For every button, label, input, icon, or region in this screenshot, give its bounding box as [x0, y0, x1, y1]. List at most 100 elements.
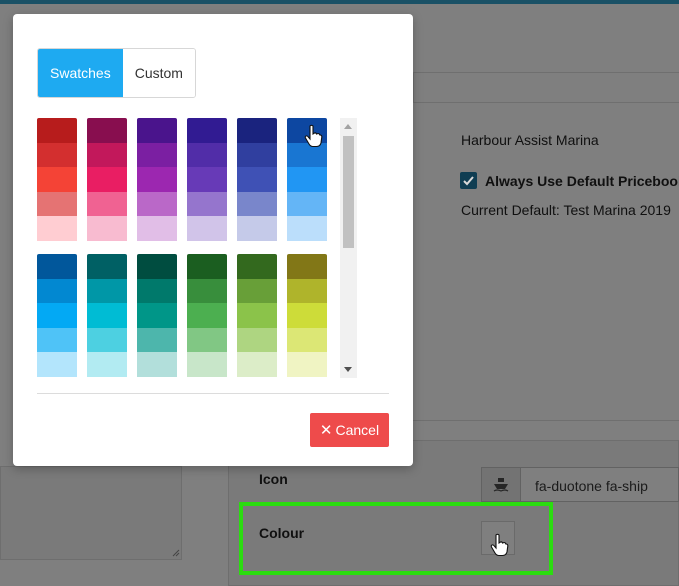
swatch[interactable] — [37, 167, 77, 192]
swatch[interactable] — [237, 216, 277, 241]
swatch[interactable] — [187, 191, 227, 217]
cancel-button[interactable]: ✕ Cancel — [310, 413, 389, 447]
swatch[interactable] — [237, 167, 277, 192]
swatch[interactable] — [287, 303, 327, 328]
swatch[interactable] — [87, 303, 127, 328]
swatch[interactable] — [37, 191, 77, 217]
swatch-column[interactable] — [187, 254, 227, 377]
swatch[interactable] — [237, 118, 277, 143]
current-default-text: Current Default: Test Marina 2019 — [461, 202, 671, 218]
hand-cursor-icon — [490, 533, 509, 557]
swatch[interactable] — [87, 352, 127, 377]
swatch-column[interactable] — [287, 254, 327, 377]
checkmark-icon — [463, 176, 474, 186]
swatch[interactable] — [237, 303, 277, 328]
swatch-scrollbar[interactable] — [340, 118, 357, 378]
scroll-up-icon[interactable] — [344, 124, 352, 129]
swatch[interactable] — [187, 254, 227, 279]
swatch[interactable] — [37, 327, 77, 353]
swatch[interactable] — [187, 352, 227, 377]
swatch[interactable] — [37, 254, 77, 279]
swatch[interactable] — [87, 278, 127, 304]
swatch[interactable] — [287, 167, 327, 192]
swatch[interactable] — [37, 216, 77, 241]
notes-textarea[interactable] — [0, 466, 182, 560]
swatch[interactable] — [137, 278, 177, 304]
swatch[interactable] — [37, 118, 77, 143]
swatch[interactable] — [87, 254, 127, 279]
hand-cursor-icon — [304, 124, 323, 148]
swatch[interactable] — [287, 278, 327, 304]
swatch[interactable] — [137, 118, 177, 143]
swatch[interactable] — [137, 327, 177, 353]
swatch-group — [37, 254, 327, 377]
swatch[interactable] — [287, 352, 327, 377]
swatch-group — [37, 118, 327, 241]
swatch-column[interactable] — [87, 254, 127, 377]
swatch[interactable] — [137, 167, 177, 192]
swatch-column[interactable] — [137, 254, 177, 377]
swatch[interactable] — [137, 142, 177, 168]
swatch-column[interactable] — [237, 118, 277, 241]
swatch[interactable] — [37, 142, 77, 168]
swatch-column[interactable] — [87, 118, 127, 241]
swatch[interactable] — [87, 191, 127, 217]
swatch[interactable] — [137, 303, 177, 328]
scroll-thumb[interactable] — [343, 136, 354, 248]
tab-swatches[interactable]: Swatches — [38, 49, 123, 97]
swatch[interactable] — [187, 142, 227, 168]
swatch[interactable] — [37, 352, 77, 377]
swatch[interactable] — [87, 167, 127, 192]
default-pricebook-checkbox[interactable] — [460, 172, 477, 189]
swatch[interactable] — [287, 327, 327, 353]
swatch[interactable] — [187, 303, 227, 328]
swatch[interactable] — [237, 352, 277, 377]
company-name: Harbour Assist Marina — [461, 132, 599, 148]
icon-class-input[interactable]: fa-duotone fa-ship — [520, 467, 679, 502]
swatch-column[interactable] — [37, 254, 77, 377]
swatch[interactable] — [137, 191, 177, 217]
default-pricebook-label: Always Use Default Pricebook? — [485, 173, 679, 189]
swatch[interactable] — [137, 216, 177, 241]
swatch[interactable] — [37, 278, 77, 304]
picker-tabs: Swatches Custom — [37, 48, 196, 98]
modal-divider — [37, 393, 389, 394]
tab-custom[interactable]: Custom — [122, 49, 195, 97]
swatch-column[interactable] — [187, 118, 227, 241]
icon-preview — [481, 467, 520, 502]
cancel-label: Cancel — [335, 422, 380, 438]
swatch[interactable] — [187, 278, 227, 304]
colour-picker-dialog: Swatches Custom ✕ Cancel — [13, 14, 413, 466]
swatch[interactable] — [237, 191, 277, 217]
swatch[interactable] — [37, 303, 77, 328]
divider — [413, 72, 679, 73]
swatch[interactable] — [87, 216, 127, 241]
icon-label: Icon — [259, 471, 288, 487]
divider — [413, 72, 414, 102]
swatch[interactable] — [237, 254, 277, 279]
swatch[interactable] — [87, 142, 127, 168]
swatch[interactable] — [287, 216, 327, 241]
swatch[interactable] — [187, 167, 227, 192]
swatch[interactable] — [137, 352, 177, 377]
swatch[interactable] — [137, 254, 177, 279]
swatch[interactable] — [87, 118, 127, 143]
swatch[interactable] — [187, 327, 227, 353]
swatch[interactable] — [187, 216, 227, 241]
close-icon: ✕ — [319, 421, 333, 439]
resize-grip-icon[interactable] — [172, 549, 180, 557]
swatch[interactable] — [187, 118, 227, 143]
swatch-column[interactable] — [137, 118, 177, 241]
swatch[interactable] — [237, 142, 277, 168]
swatch-column[interactable] — [237, 254, 277, 377]
scroll-down-icon[interactable] — [344, 367, 352, 372]
swatch-column[interactable] — [37, 118, 77, 241]
swatch[interactable] — [287, 191, 327, 217]
swatch[interactable] — [237, 278, 277, 304]
ship-icon — [493, 478, 509, 492]
swatch-grid — [37, 118, 357, 378]
swatch[interactable] — [237, 327, 277, 353]
swatch[interactable] — [287, 254, 327, 279]
swatch[interactable] — [87, 327, 127, 353]
divider — [413, 102, 679, 103]
